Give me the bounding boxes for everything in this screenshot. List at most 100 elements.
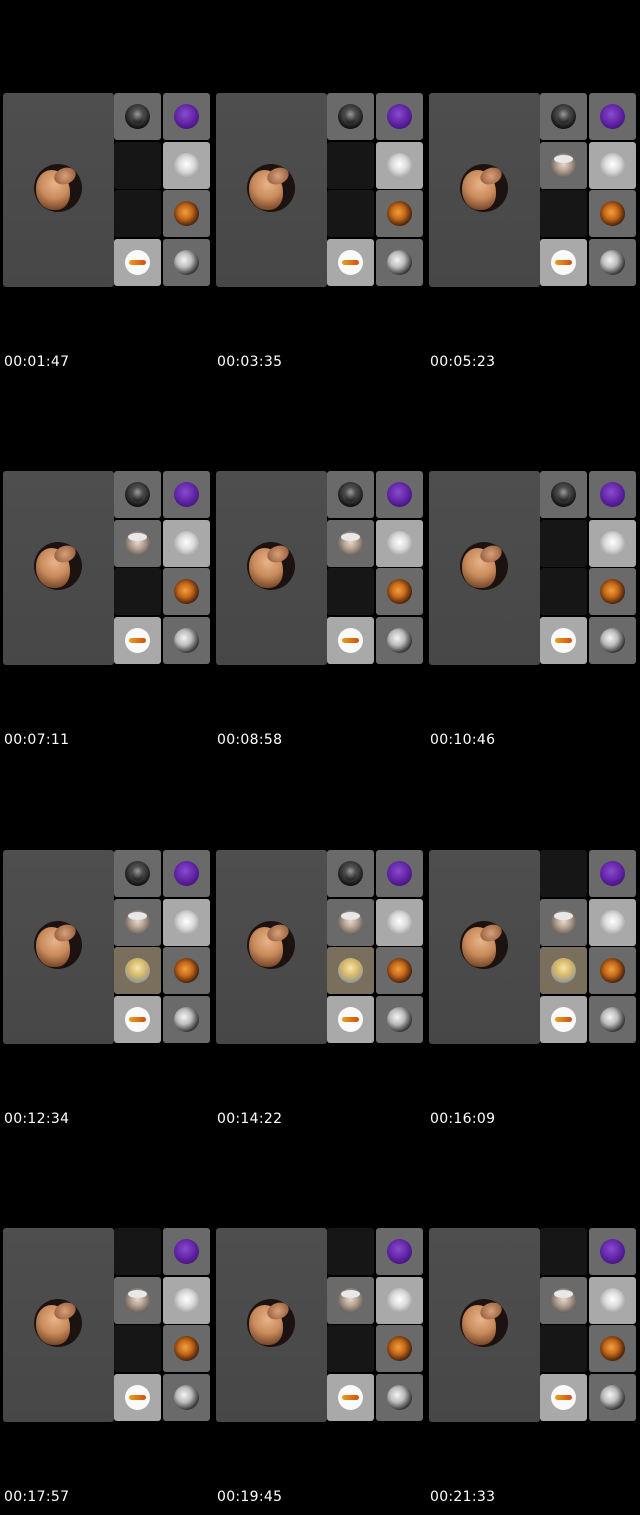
woman-portrait-avatar-icon: [247, 1299, 295, 1347]
participant-tile: [589, 1228, 636, 1275]
frame-timestamp: 00:05:23: [430, 354, 496, 370]
sketch-portrait-avatar-icon: [174, 1385, 199, 1410]
fire-figure-avatar-icon: [600, 579, 625, 604]
video-frame-thumbnail: [3, 1228, 213, 1422]
participant-tile: [589, 93, 636, 140]
fire-figure-avatar-icon: [387, 201, 412, 226]
sketch-portrait-avatar-icon: [600, 250, 625, 275]
frame-timestamp: 00:12:34: [4, 1111, 70, 1127]
bearded-man-avatar-icon: [338, 104, 363, 129]
participant-tile: [163, 568, 210, 615]
participant-tile: [589, 520, 636, 567]
participant-tile: [327, 471, 374, 518]
participant-tile: [163, 996, 210, 1043]
fire-figure-avatar-icon: [174, 579, 199, 604]
frame-timestamp: 00:03:35: [217, 354, 283, 370]
video-frame-thumbnail: [3, 850, 213, 1044]
white-creature-avatar-icon: [387, 1288, 412, 1313]
video-frame-thumbnail: [216, 1228, 426, 1422]
participant-tile: [114, 996, 161, 1043]
main-speaker-tile: [216, 93, 327, 287]
sketch-portrait-avatar-icon: [387, 1385, 412, 1410]
frame-timestamp: 00:19:45: [217, 1489, 283, 1505]
participant-tile: [163, 520, 210, 567]
bearded-man-avatar-icon: [125, 861, 150, 886]
sketch-portrait-avatar-icon: [174, 628, 199, 653]
white-creature-avatar-icon: [174, 531, 199, 556]
old-man-avatar-icon: [125, 531, 150, 556]
participant-tile: [589, 471, 636, 518]
empty-participant-tile: [540, 1325, 587, 1372]
woman-portrait-avatar-icon: [247, 542, 295, 590]
participant-tile: [327, 617, 374, 664]
sunny-figure-avatar-icon: [125, 958, 150, 983]
participant-tile: [376, 471, 423, 518]
participant-tile: [327, 850, 374, 897]
participant-tile: [163, 93, 210, 140]
purple-moon-avatar-icon: [600, 1239, 625, 1264]
sketch-portrait-avatar-icon: [174, 250, 199, 275]
old-man-avatar-icon: [338, 910, 363, 935]
participant-tile: [376, 996, 423, 1043]
white-creature-avatar-icon: [600, 1288, 625, 1313]
participant-tile: [327, 899, 374, 946]
fire-figure-avatar-icon: [387, 579, 412, 604]
bearded-man-avatar-icon: [125, 104, 150, 129]
participant-tile: [376, 520, 423, 567]
white-creature-avatar-icon: [174, 1288, 199, 1313]
participant-tile: [589, 239, 636, 286]
main-speaker-tile: [429, 471, 540, 665]
participant-tile: [114, 1374, 161, 1421]
participant-tile: [114, 93, 161, 140]
old-man-avatar-icon: [125, 1288, 150, 1313]
frame-timestamp: 00:08:58: [217, 732, 283, 748]
participant-tile: [327, 93, 374, 140]
participant-tile: [540, 996, 587, 1043]
frame-timestamp: 00:17:57: [4, 1489, 70, 1505]
video-frame-thumbnail: [216, 850, 426, 1044]
participant-tile: [376, 1277, 423, 1324]
participant-tile: [114, 899, 161, 946]
frame-timestamp: 00:01:47: [4, 354, 70, 370]
participant-tile: [540, 142, 587, 189]
woman-portrait-avatar-icon: [247, 921, 295, 969]
sketch-portrait-avatar-icon: [600, 628, 625, 653]
orange-logo-avatar-icon: [338, 250, 363, 275]
empty-participant-tile: [540, 568, 587, 615]
participant-tile: [376, 850, 423, 897]
empty-participant-tile: [114, 568, 161, 615]
participant-tile: [114, 471, 161, 518]
sketch-portrait-avatar-icon: [600, 1385, 625, 1410]
orange-logo-avatar-icon: [551, 250, 576, 275]
video-frame-thumbnail: [429, 850, 639, 1044]
fire-figure-avatar-icon: [387, 958, 412, 983]
sketch-portrait-avatar-icon: [387, 628, 412, 653]
participant-tile: [114, 520, 161, 567]
empty-participant-tile: [327, 1228, 374, 1275]
participant-tile: [540, 947, 587, 994]
frame-timestamp: 00:16:09: [430, 1111, 496, 1127]
participant-tile: [163, 1374, 210, 1421]
participant-tile: [163, 899, 210, 946]
participant-tile: [376, 617, 423, 664]
participant-tile: [540, 1374, 587, 1421]
woman-portrait-avatar-icon: [34, 164, 82, 212]
participant-tile: [540, 1277, 587, 1324]
main-speaker-tile: [429, 93, 540, 287]
white-creature-avatar-icon: [387, 531, 412, 556]
participant-tile: [376, 142, 423, 189]
empty-participant-tile: [114, 190, 161, 237]
empty-participant-tile: [114, 1228, 161, 1275]
sunny-figure-avatar-icon: [551, 958, 576, 983]
participant-tile: [589, 190, 636, 237]
sketch-portrait-avatar-icon: [600, 1007, 625, 1032]
purple-moon-avatar-icon: [174, 1239, 199, 1264]
participant-tile: [163, 1325, 210, 1372]
bearded-man-avatar-icon: [338, 861, 363, 886]
purple-moon-avatar-icon: [387, 104, 412, 129]
participant-tile: [589, 568, 636, 615]
participant-tile: [376, 1228, 423, 1275]
participant-tile: [540, 617, 587, 664]
orange-logo-avatar-icon: [338, 628, 363, 653]
old-man-avatar-icon: [125, 910, 150, 935]
